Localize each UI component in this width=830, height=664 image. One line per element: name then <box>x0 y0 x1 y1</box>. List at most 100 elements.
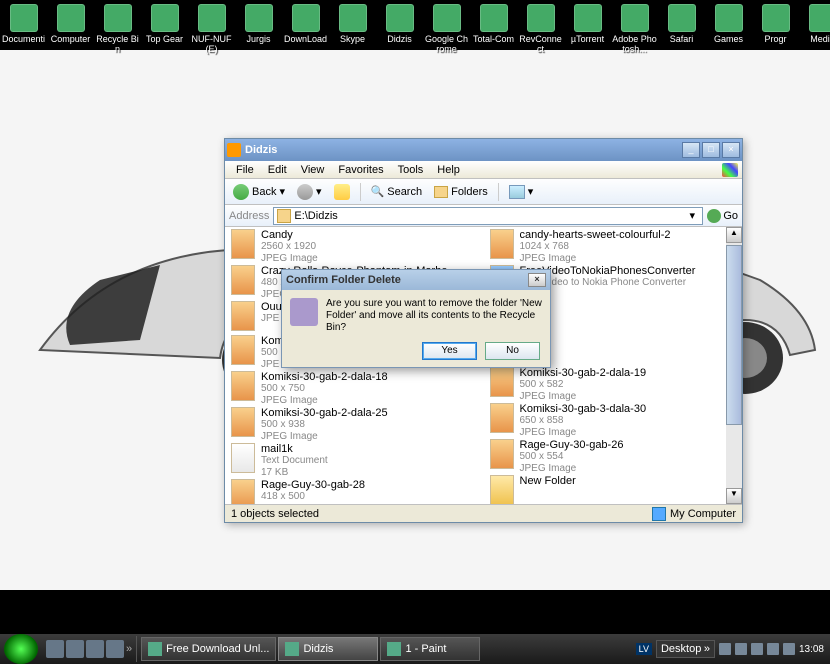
desktop-icon[interactable]: µTorrent <box>564 2 611 56</box>
app-icon <box>621 4 649 32</box>
icon-label: Media <box>810 34 830 44</box>
scroll-thumb[interactable] <box>726 245 742 425</box>
dialog-close-button[interactable]: × <box>528 273 546 287</box>
up-button[interactable] <box>330 182 354 202</box>
tray-icon[interactable] <box>751 643 763 655</box>
views-button[interactable]: ▾ <box>505 183 538 201</box>
menu-view[interactable]: View <box>294 162 332 178</box>
desktop-icon[interactable]: Progr <box>752 2 799 56</box>
menubar: FileEditViewFavoritesToolsHelp <box>225 161 742 179</box>
desktop-icon[interactable]: Media <box>799 2 830 56</box>
tray-icon[interactable] <box>767 643 779 655</box>
back-button[interactable]: Back▾ <box>229 182 289 202</box>
start-button[interactable] <box>4 634 38 664</box>
file-name: Candy <box>261 229 318 241</box>
scroll-up-button[interactable]: ▲ <box>726 227 742 243</box>
task-label: Didzis <box>303 643 333 655</box>
file-icon <box>490 403 514 433</box>
task-label: Free Download Unl... <box>166 643 269 655</box>
status-text: 1 objects selected <box>231 508 319 520</box>
close-button[interactable]: × <box>722 142 740 158</box>
go-button[interactable]: Go <box>707 209 738 223</box>
back-icon <box>233 184 249 200</box>
desktop-icon[interactable]: Computer <box>47 2 94 56</box>
desktop-icon[interactable]: Games <box>705 2 752 56</box>
tray-icon[interactable] <box>735 643 747 655</box>
file-item[interactable]: Rage-Guy-30-gab-26500 x 554JPEG Image <box>484 437 743 473</box>
file-item[interactable]: Komiksi-30-gab-2-dala-19500 x 582JPEG Im… <box>484 365 743 401</box>
icon-label: Recycle Bin <box>95 34 140 54</box>
file-item[interactable]: Komiksi-30-gab-2-dala-25500 x 938JPEG Im… <box>225 405 484 441</box>
chevron-right-icon[interactable]: » <box>126 643 132 655</box>
yes-button[interactable]: Yes <box>422 342 477 360</box>
show-desktop-button[interactable]: Desktop » <box>656 640 715 658</box>
desktop-icon[interactable]: Jurgis <box>235 2 282 56</box>
no-button[interactable]: No <box>485 342 540 360</box>
desktop-icon[interactable]: Adobe Photosh... <box>611 2 658 56</box>
icon-label: Documenti <box>2 34 45 44</box>
desktop-icon[interactable]: DownLoad <box>282 2 329 56</box>
icon-label: DownLoad <box>284 34 327 44</box>
titlebar[interactable]: Didzis _ □ × <box>225 139 742 161</box>
taskbar-task[interactable]: Didzis <box>278 637 378 661</box>
status-location: My Computer <box>670 508 736 520</box>
menu-edit[interactable]: Edit <box>261 162 294 178</box>
file-item[interactable]: candy-hearts-sweet-colourful-21024 x 768… <box>484 227 743 263</box>
app-icon <box>386 4 414 32</box>
address-input[interactable]: E:\Didzis ▾ <box>273 207 703 225</box>
desktop-icon[interactable]: Total-Com <box>470 2 517 56</box>
tray-icon[interactable] <box>783 643 795 655</box>
desktop-icon[interactable]: Google Chrome <box>423 2 470 56</box>
file-item[interactable]: mail1kText Document17 KB <box>225 441 484 477</box>
file-item[interactable]: Komiksi-30-gab-2-dala-18500 x 750JPEG Im… <box>225 369 484 405</box>
dialog-titlebar[interactable]: Confirm Folder Delete × <box>282 270 550 290</box>
menu-file[interactable]: File <box>229 162 261 178</box>
icon-label: NUF-NUF (E) <box>189 34 234 54</box>
app-icon <box>292 4 320 32</box>
desktop-icon[interactable]: RevConnect <box>517 2 564 56</box>
chevron-down-icon[interactable]: ▾ <box>685 209 699 222</box>
search-button[interactable]: 🔍Search <box>367 183 427 200</box>
file-item[interactable]: New Folder <box>484 473 743 504</box>
menu-help[interactable]: Help <box>430 162 467 178</box>
taskbar-task[interactable]: 1 - Paint <box>380 637 480 661</box>
windows-flag-icon <box>722 163 738 177</box>
desktop-icon[interactable]: Top Gear <box>141 2 188 56</box>
icon-label: Safari <box>670 34 694 44</box>
ql-icon[interactable] <box>46 640 64 658</box>
desktop-icon[interactable]: NUF-NUF (E) <box>188 2 235 56</box>
desktop-icon[interactable]: Didzis <box>376 2 423 56</box>
desktop-icon[interactable]: Skype <box>329 2 376 56</box>
clock[interactable]: 13:08 <box>799 644 824 655</box>
minimize-button[interactable]: _ <box>682 142 700 158</box>
chevron-down-icon: ▾ <box>316 185 322 198</box>
scroll-down-button[interactable]: ▼ <box>726 488 742 504</box>
file-item[interactable]: Rage-Guy-30-gab-28418 x 500JPEG Image <box>225 477 484 504</box>
file-type: JPE <box>261 313 282 325</box>
tray-icon[interactable] <box>719 643 731 655</box>
folder-icon <box>227 143 241 157</box>
taskbar-task[interactable]: Free Download Unl... <box>141 637 276 661</box>
scrollbar[interactable]: ▲ ▼ <box>726 227 742 504</box>
menu-favorites[interactable]: Favorites <box>331 162 390 178</box>
desktop-icon[interactable]: Recycle Bin <box>94 2 141 56</box>
file-name: Komiksi-30-gab-2-dala-25 <box>261 407 388 419</box>
chevron-down-icon: ▾ <box>279 185 285 198</box>
file-item[interactable]: Candy2560 x 1920JPEG Image <box>225 227 484 263</box>
desktop-icon[interactable]: Documenti <box>0 2 47 56</box>
menu-tools[interactable]: Tools <box>391 162 431 178</box>
file-icon <box>231 371 255 401</box>
maximize-button[interactable]: □ <box>702 142 720 158</box>
ql-icon[interactable] <box>66 640 84 658</box>
file-icon <box>231 301 255 331</box>
file-item[interactable]: Komiksi-30-gab-3-dala-30650 x 858JPEG Im… <box>484 401 743 437</box>
desktop-icon[interactable]: Safari <box>658 2 705 56</box>
file-icon <box>490 475 514 504</box>
ql-icon[interactable] <box>106 640 124 658</box>
forward-button[interactable]: ▾ <box>293 182 326 202</box>
language-indicator[interactable]: LV <box>636 643 652 655</box>
quick-launch: » <box>42 636 137 662</box>
app-icon <box>10 4 38 32</box>
ql-icon[interactable] <box>86 640 104 658</box>
folders-button[interactable]: Folders <box>430 184 492 200</box>
